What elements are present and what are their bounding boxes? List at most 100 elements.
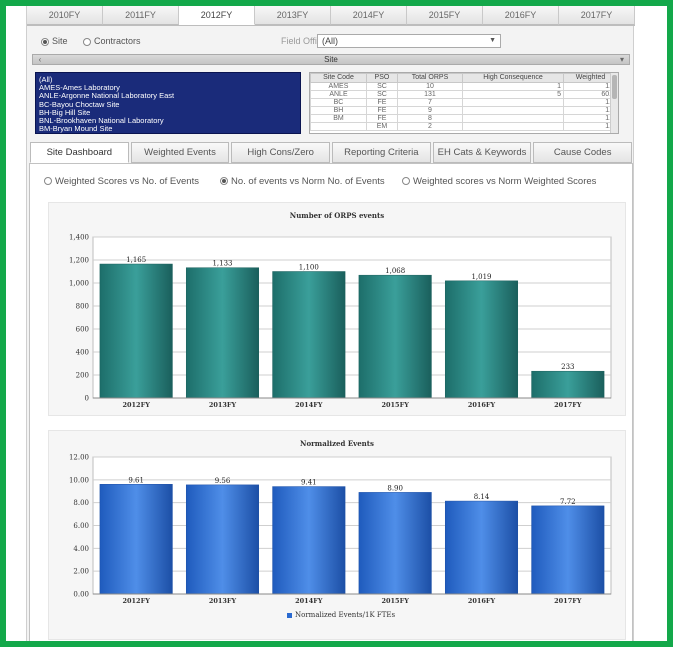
table-cell: BC (310, 98, 367, 107)
site-radio-option[interactable]: Site (41, 36, 68, 46)
field-office-select[interactable]: (All) ▼ (317, 34, 501, 48)
bar[interactable] (185, 267, 260, 399)
table-header-cell[interactable]: PSO (365, 73, 398, 83)
y-tick-label: 8.00 (73, 499, 89, 507)
dashboard-tab[interactable]: Reporting Criteria (332, 142, 431, 163)
dashboard-tab[interactable]: Cause Codes (533, 142, 633, 163)
contractors-radio-label: Contractors (94, 36, 141, 46)
bar[interactable] (444, 280, 519, 399)
year-tab[interactable]: 2011FY (103, 6, 179, 25)
metric-radio-icon[interactable] (220, 177, 228, 186)
year-tab[interactable]: 2016FY (483, 6, 559, 25)
y-tick-label: 200 (76, 372, 89, 380)
legend-label: Normalized Events/1K FTEs (295, 611, 396, 619)
bar[interactable] (358, 274, 432, 399)
bar[interactable] (358, 492, 432, 595)
metric-option[interactable]: No. of events vs Norm No. of Events (220, 176, 385, 187)
table-row[interactable]: EM21.8 (310, 122, 618, 131)
year-tab[interactable]: 2017FY (559, 6, 635, 25)
bar[interactable] (99, 263, 173, 399)
bar[interactable] (444, 500, 519, 595)
metric-selector-row: Weighted Scores vs No. of Events No. of e… (30, 176, 630, 190)
table-cell: SC (365, 90, 398, 99)
table-header-cell[interactable]: High Consequence (462, 73, 565, 83)
metric-option[interactable]: Weighted scores vs Norm Weighted Scores (402, 176, 596, 187)
bar-value-label: 9.41 (301, 479, 317, 487)
x-tick-label: 2013FY (209, 401, 237, 409)
table-cell: 5 (462, 90, 565, 99)
dashboard-tab[interactable]: Weighted Events (130, 142, 230, 163)
table-cell (462, 114, 565, 123)
table-row[interactable]: BCFE71.4 (310, 98, 618, 107)
metric-option[interactable]: Weighted Scores vs No. of Events (44, 176, 199, 187)
metric-option-label: Weighted Scores vs No. of Events (55, 176, 199, 187)
table-cell: EM (365, 122, 398, 131)
table-cell: 9 (396, 106, 464, 115)
table-cell: ANLE (310, 90, 367, 99)
y-tick-label: 4.00 (73, 545, 89, 553)
field-office-value: (All) (322, 36, 338, 46)
table-scrollbar[interactable] (610, 73, 618, 133)
contractors-radio-option[interactable]: Contractors (83, 36, 141, 46)
year-tab[interactable]: 2013FY (255, 6, 331, 25)
year-tab[interactable]: 2012FY (179, 6, 255, 25)
y-tick-label: 400 (76, 349, 89, 357)
table-cell: 7 (396, 98, 464, 107)
table-cell (462, 98, 565, 107)
x-tick-label: 2014FY (295, 597, 323, 605)
site-listbox[interactable]: (All) AMES-Ames Laboratory ANLE-Argonne Na… (35, 72, 301, 134)
year-tab[interactable]: 2015FY (407, 6, 483, 25)
bar[interactable] (272, 486, 346, 595)
table-cell: 8 (396, 114, 464, 123)
contractors-radio-icon[interactable] (83, 37, 91, 46)
bar[interactable] (531, 370, 605, 399)
dashboard-tab[interactable]: High Cons/Zero (231, 142, 331, 163)
y-tick-label: 10.00 (69, 476, 89, 484)
dashboard-tab[interactable]: EH Cats & Keywords (432, 142, 532, 163)
site-list-item[interactable]: BM-Bryan Mound Site (39, 125, 297, 133)
y-tick-label: 1,200 (69, 257, 89, 265)
year-tab[interactable]: 2010FY (27, 6, 103, 25)
filter-row: Site Contractors Field Office: (All) ▼ (27, 34, 635, 50)
bar[interactable] (272, 271, 346, 399)
table-cell: 10 (396, 82, 464, 91)
collapse-left-icon[interactable]: ‹ (35, 55, 45, 64)
chevron-down-icon[interactable]: ▼ (489, 35, 496, 47)
table-cell: AMES (310, 82, 367, 91)
table-cell: FE (365, 98, 398, 107)
table-body: AMESSC1011.6ANLESC131560.4BCFE71.4BHFE91… (310, 82, 618, 131)
metric-radio-icon[interactable] (402, 177, 410, 186)
bar[interactable] (99, 484, 173, 595)
table-header-cell[interactable]: Site Code (310, 73, 367, 83)
table-cell: BH (310, 106, 367, 115)
table-cell: BM (310, 114, 367, 123)
table-header-cell[interactable]: Total ORPS (396, 73, 464, 83)
table-row[interactable]: BHFE91.8 (310, 106, 618, 115)
y-tick-label: 12.00 (69, 454, 89, 462)
expand-icon[interactable]: ▾ (617, 55, 627, 64)
x-tick-label: 2013FY (209, 597, 237, 605)
table-row[interactable]: AMESSC1011.6 (310, 82, 618, 91)
year-tab[interactable]: 2014FY (331, 6, 407, 25)
table-row[interactable]: BMFE81.2 (310, 114, 618, 123)
y-tick-label: 600 (76, 326, 89, 334)
bar[interactable] (531, 505, 605, 595)
metric-radio-icon[interactable] (44, 177, 52, 186)
bar-value-label: 9.56 (215, 477, 231, 485)
bar[interactable] (185, 484, 260, 595)
screenshot-frame: 2010FY 2011FY 2012FY 2013FY 2014FY 2015FY 2016… (0, 0, 673, 647)
site-radio-label: Site (52, 36, 68, 46)
site-panel-header: ‹ Site ▾ (32, 54, 630, 65)
y-tick-label: 0.00 (73, 591, 89, 599)
site-header-title: Site (324, 55, 338, 64)
x-tick-label: 2017FY (554, 401, 582, 409)
table-cell (462, 122, 565, 131)
bar-value-label: 1,165 (126, 256, 146, 264)
legend-swatch (287, 612, 292, 618)
table-row[interactable]: ANLE SC 131 5 60.4 (310, 90, 618, 99)
scrollbar-thumb[interactable] (612, 75, 617, 99)
site-radio-icon[interactable] (41, 37, 49, 46)
table-cell: 1 (462, 82, 565, 91)
x-tick-label: 2015FY (381, 401, 409, 409)
dashboard-tab[interactable]: Site Dashboard (30, 142, 129, 163)
